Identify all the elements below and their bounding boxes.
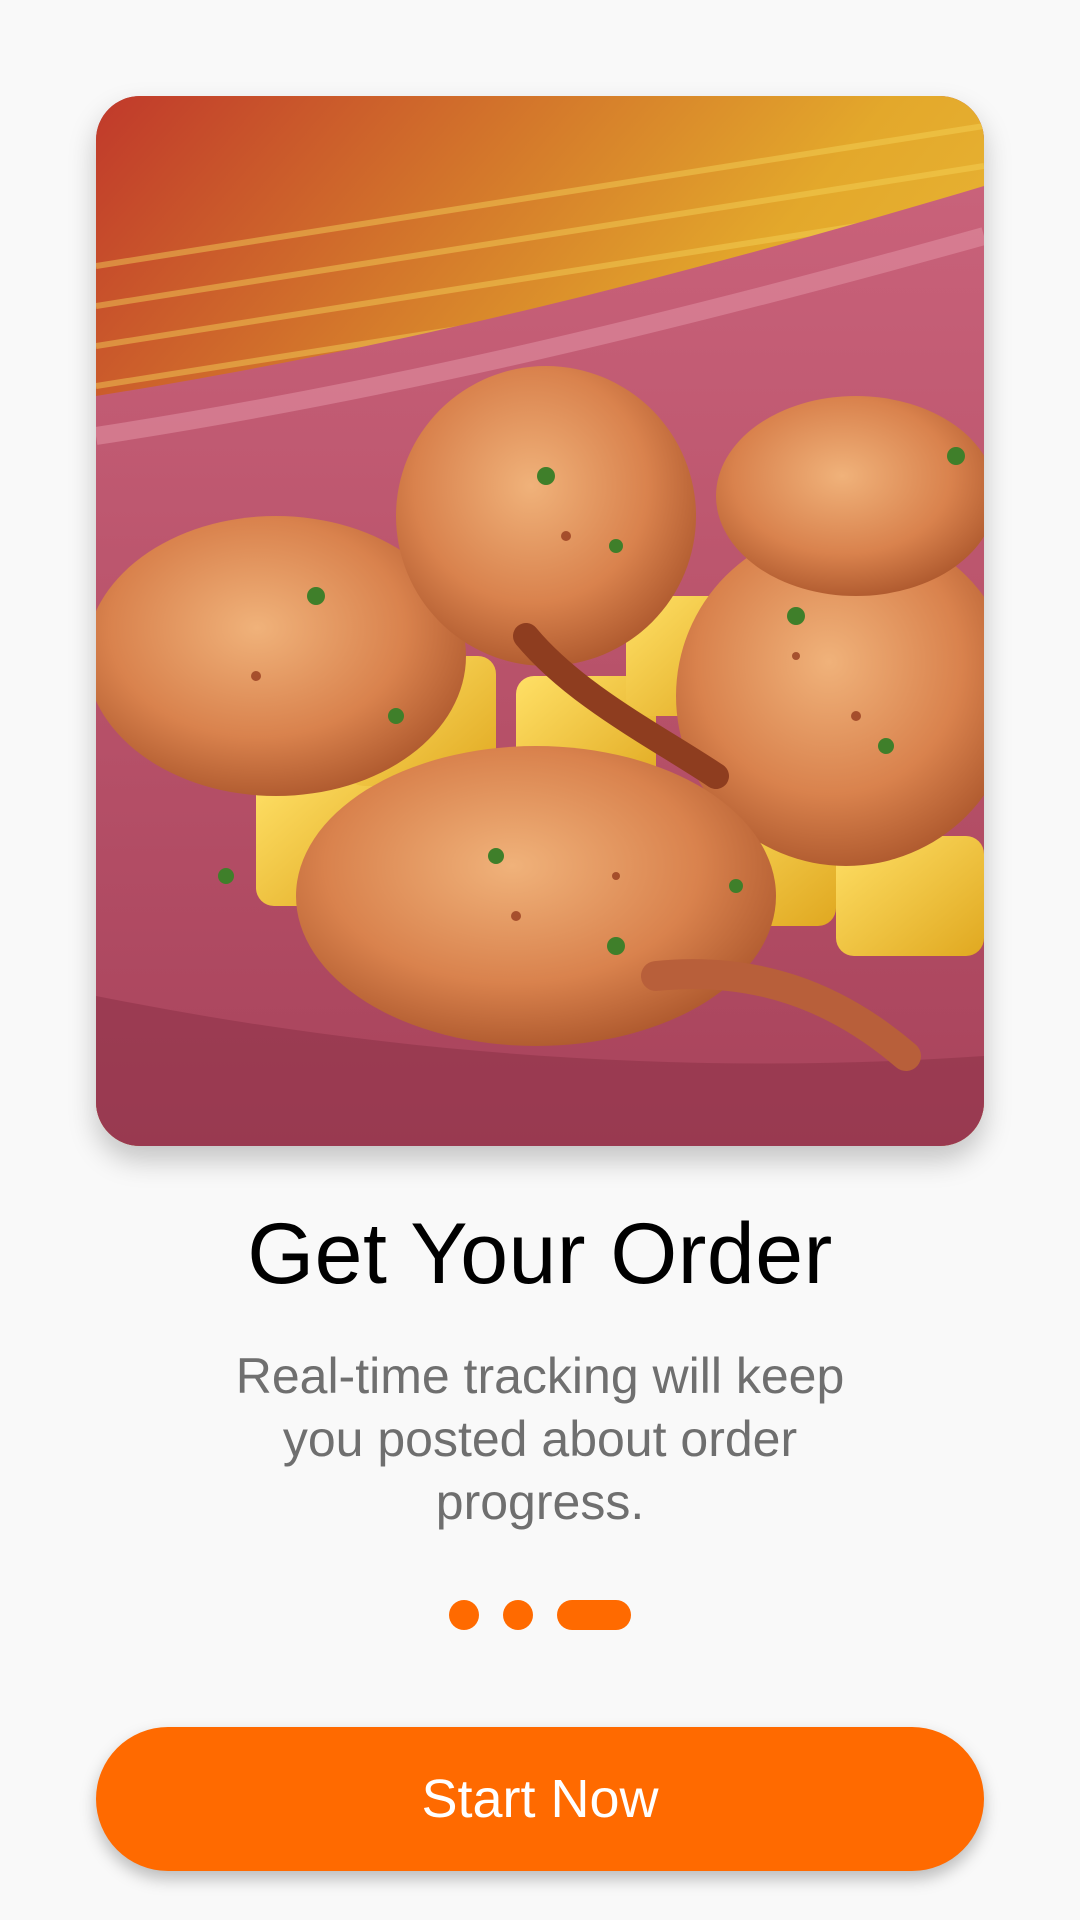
start-now-button[interactable]: Start Now	[96, 1727, 984, 1871]
page-dot-3-active[interactable]	[557, 1600, 631, 1630]
page-dot-1[interactable]	[449, 1600, 479, 1630]
page-indicator	[0, 1600, 1080, 1630]
onboarding-description: Real-time tracking will keep you posted …	[235, 1348, 845, 1530]
food-photo	[96, 96, 984, 1146]
onboarding-title: Get Your Order	[247, 1206, 833, 1302]
onboarding-screen: Get Your Order Real-time tracking will k…	[0, 0, 1080, 1920]
page-dot-2[interactable]	[503, 1600, 533, 1630]
start-now-label: Start Now	[421, 1769, 659, 1829]
hero-image	[96, 96, 984, 1146]
